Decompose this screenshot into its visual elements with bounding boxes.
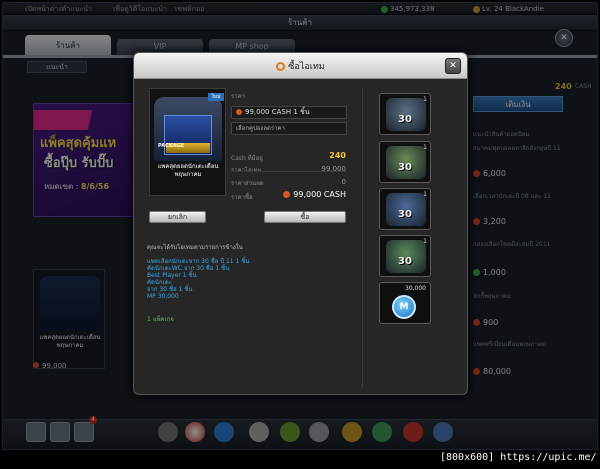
contents-list: แพคเลือกนักเตะจาก 30 ชื่อ ปี 11 1 ชิ้น ค…	[147, 258, 357, 300]
price-option-select[interactable]: 99,000 CASH 1 ชิ้น	[231, 106, 347, 119]
dialog-header: ซื้อไอเทม ✕	[134, 53, 467, 79]
price-label: ราคา	[231, 93, 245, 100]
buy-button[interactable]: ซื้อ	[264, 211, 346, 223]
item-quantity: 1	[423, 191, 427, 198]
package-art-label: PACKAGE	[158, 143, 185, 149]
coupon-select[interactable]: เลือกคูปองลดราคา	[231, 122, 347, 135]
item-number: 30	[398, 209, 412, 220]
item-price-label: ราคาไอเทม	[231, 165, 262, 175]
item-number: 30	[398, 256, 412, 267]
list-item: แพคเลือกนักเตะจาก 30 ชื่อ ปี 11 1 ชิ้น	[147, 258, 250, 265]
image-watermark: [800x600] https://upic.me/	[440, 452, 597, 463]
item-quantity: 1	[423, 144, 427, 151]
product-card: ใหม่ PACKAGE แพคสุดยอดนักเตะเดือนพฤษภาคม	[149, 88, 226, 196]
discount-label: ราคาส่วนลด	[231, 180, 264, 187]
cash-owned-value: 240	[329, 151, 346, 160]
package-item-slot[interactable]: 30 1	[379, 141, 431, 183]
list-item: Best Player 1 ชิ้น	[147, 272, 197, 279]
list-item: คัดนักเตะWC จาก 30 ชื่อ 1 ชิ้น	[147, 265, 230, 272]
purchase-dialog: ซื้อไอเทม ✕ ใหม่ PACKAGE แพคสุดยอดนักเตะ…	[133, 52, 468, 395]
dialog-title: ซื้อไอเทม	[134, 59, 467, 73]
cancel-button[interactable]: ยกเลิก	[149, 211, 206, 223]
dialog-close-button[interactable]: ✕	[445, 58, 461, 74]
form-divider	[231, 171, 347, 172]
list-item: คัดนักเตะ	[147, 279, 172, 286]
discount-value: 0	[341, 178, 346, 186]
mp-coin-icon: M	[392, 295, 416, 319]
list-item: MP 30,000	[147, 293, 179, 300]
dialog-divider	[362, 87, 363, 387]
item-quantity: 30,000	[405, 285, 426, 292]
total-value: 99,000 CASH	[283, 190, 346, 199]
item-number: 30	[398, 114, 412, 125]
cash-coin-icon	[236, 109, 242, 115]
package-item-slot[interactable]: 30 1	[379, 235, 431, 277]
purchase-panel: ใหม่ PACKAGE แพคสุดยอดนักเตะเดือนพฤษภาคม…	[142, 83, 360, 389]
item-quantity: 1	[423, 96, 427, 103]
new-badge: ใหม่	[208, 93, 224, 101]
search-icon	[276, 62, 286, 71]
contents-heading: คุณจะได้รับไอเทมตามรายการข้างใน	[147, 244, 243, 251]
cash-coin-icon	[283, 191, 291, 198]
package-item-slot[interactable]: M 30,000	[379, 282, 431, 324]
package-item-slot[interactable]: 30 1	[379, 93, 431, 135]
package-item-slot[interactable]: 30 1	[379, 188, 431, 230]
package-image: PACKAGE	[154, 97, 222, 161]
cash-owned-label: Cash ที่มีอยู่	[231, 155, 263, 162]
total-label: ราคาซื้อ	[231, 194, 253, 201]
list-item: จาก 30 ชื่อ 1 ชิ้น	[147, 286, 193, 293]
package-count: 1 แพ็คเกจ	[147, 316, 174, 323]
item-quantity: 1	[423, 238, 427, 245]
product-name: แพคสุดยอดนักเตะเดือนพฤษภาคม	[157, 163, 219, 178]
item-number: 30	[398, 162, 412, 173]
